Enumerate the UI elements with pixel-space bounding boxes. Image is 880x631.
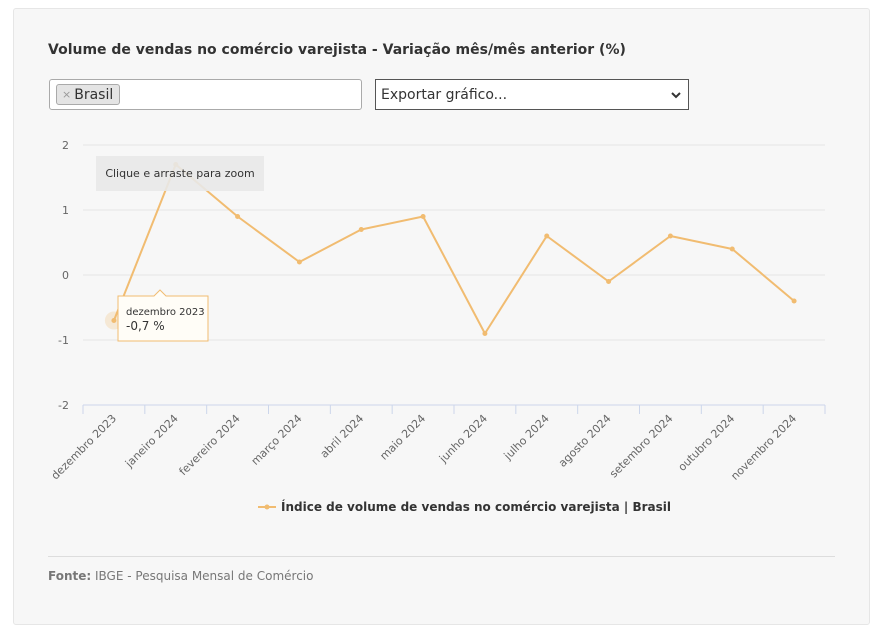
x-tick-label: março 2024 bbox=[249, 412, 305, 468]
tooltip-value: -0,7 % bbox=[126, 319, 165, 333]
data-point bbox=[482, 331, 488, 336]
zoom-hint-text: Clique e arraste para zoom bbox=[105, 167, 254, 180]
x-tick-label: novembro 2024 bbox=[728, 412, 799, 483]
data-point bbox=[791, 298, 797, 304]
data-point bbox=[544, 233, 550, 239]
data-point bbox=[235, 214, 241, 219]
legend-item[interactable]: Índice de volume de vendas no comércio v… bbox=[258, 499, 671, 514]
source-note: Fonte: IBGE - Pesquisa Mensal de Comérci… bbox=[48, 569, 313, 583]
line-chart[interactable]: 210-1-2dezembro 2023 janeiro 2024fevereir… bbox=[0, 0, 880, 631]
x-tick-label: dezembro 2023 bbox=[49, 412, 119, 482]
x-tick-label: abril 2024 bbox=[318, 412, 367, 461]
x-tick-label: agosto 2024 bbox=[556, 412, 614, 470]
y-tick-label: -2 bbox=[58, 399, 69, 412]
data-point bbox=[358, 227, 364, 232]
data-point bbox=[296, 259, 302, 265]
y-tick-label: -1 bbox=[58, 334, 69, 347]
x-tick-label: janeiro 2024 bbox=[122, 412, 181, 471]
data-point bbox=[111, 318, 117, 323]
y-tick-label: 1 bbox=[62, 204, 69, 217]
x-tick-label: outubro 2024 bbox=[676, 412, 738, 474]
data-point bbox=[729, 246, 735, 252]
legend-marker bbox=[264, 504, 270, 510]
x-tick-label: julho 2024 bbox=[501, 412, 552, 463]
data-point bbox=[606, 279, 612, 284]
footer-divider bbox=[48, 556, 835, 557]
tooltip: dezembro 2023-0,7 % bbox=[117, 289, 209, 342]
source-label: Fonte: bbox=[48, 569, 92, 583]
y-tick-label: 2 bbox=[62, 139, 69, 152]
x-tick-label: setembro 2024 bbox=[607, 412, 675, 480]
tooltip-label: dezembro 2023 bbox=[126, 307, 205, 318]
source-text: IBGE - Pesquisa Mensal de Comércio bbox=[95, 569, 314, 583]
x-tick-label: maio 2024 bbox=[377, 412, 428, 463]
legend-label: Índice de volume de vendas no comércio v… bbox=[281, 499, 671, 514]
zoom-hint: Clique e arraste para zoom bbox=[96, 156, 264, 191]
data-point bbox=[667, 233, 673, 239]
data-point bbox=[420, 214, 426, 219]
y-tick-label: 0 bbox=[62, 269, 69, 282]
x-tick-label: junho 2024 bbox=[436, 412, 490, 466]
x-tick-label: fevereiro 2024 bbox=[177, 412, 243, 478]
